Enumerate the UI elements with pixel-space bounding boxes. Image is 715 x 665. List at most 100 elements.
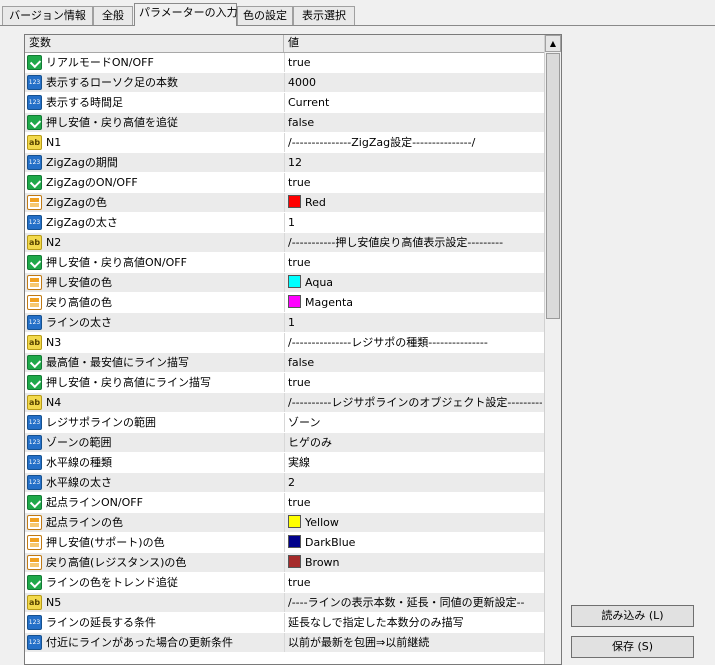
column-divider bbox=[284, 73, 285, 92]
param-value[interactable]: false bbox=[288, 113, 542, 133]
param-value[interactable]: Brown bbox=[288, 553, 542, 573]
column-header-value[interactable]: 値 bbox=[284, 35, 544, 52]
table-row[interactable]: ab N1 /---------------ZigZag設定------------… bbox=[25, 133, 544, 153]
color-swatch bbox=[288, 295, 301, 308]
table-row[interactable]: ab N5 /----ラインの表示本数・延長・同値の更新設定-- bbox=[25, 593, 544, 613]
table-row[interactable]: 123 ZigZagの太さ 1 bbox=[25, 213, 544, 233]
table-row[interactable]: 押し安値の色 Aqua bbox=[25, 273, 544, 293]
param-value[interactable]: /---------------レジサポの種類--------------- bbox=[288, 333, 542, 353]
column-divider bbox=[284, 433, 285, 452]
tab-version-info[interactable]: バージョン情報 bbox=[2, 6, 93, 25]
tab-parameter-input[interactable]: パラメーターの入力 bbox=[134, 3, 238, 26]
table-row[interactable]: ab N3 /---------------レジサポの種類-------------… bbox=[25, 333, 544, 353]
tab-color-settings[interactable]: 色の設定 bbox=[237, 6, 293, 25]
param-name: ゾーンの範囲 bbox=[46, 436, 112, 449]
number-param-icon: 123 bbox=[27, 215, 42, 230]
param-value[interactable]: 延長なしで指定した本数分のみ描写 bbox=[288, 613, 542, 633]
param-value[interactable]: 12 bbox=[288, 153, 542, 173]
param-value[interactable]: Magenta bbox=[288, 293, 542, 313]
scroll-up-arrow-icon[interactable]: ▲ bbox=[545, 35, 561, 52]
param-name: 押し安値・戻り高値にライン描写 bbox=[46, 376, 211, 389]
param-value[interactable]: Current bbox=[288, 93, 542, 113]
table-row[interactable]: 123 ラインの延長する条件 延長なしで指定した本数分のみ描写 bbox=[25, 613, 544, 633]
table-row[interactable]: 123 表示するローソク足の本数 4000 bbox=[25, 73, 544, 93]
param-value[interactable]: 4000 bbox=[288, 73, 542, 93]
column-header-variable[interactable]: 変数 bbox=[25, 35, 284, 52]
table-row[interactable]: 123 表示する時間足 Current bbox=[25, 93, 544, 113]
param-value[interactable]: true bbox=[288, 253, 542, 273]
table-row[interactable]: 123 水平線の太さ 2 bbox=[25, 473, 544, 493]
param-value[interactable]: 以前が最新を包囲⇒以前継続 bbox=[288, 633, 542, 653]
table-row[interactable]: 最高値・最安値にライン描写 false bbox=[25, 353, 544, 373]
table-row[interactable]: 123 付近にラインがあった場合の更新条件 以前が最新を包囲⇒以前継続 bbox=[25, 633, 544, 653]
boolean-param-icon bbox=[27, 375, 42, 390]
param-value[interactable]: true bbox=[288, 493, 542, 513]
string-param-icon: ab bbox=[27, 595, 42, 610]
param-value[interactable]: 1 bbox=[288, 213, 542, 233]
param-name: ラインの延長する条件 bbox=[46, 616, 156, 629]
boolean-param-icon bbox=[27, 355, 42, 370]
param-value[interactable]: 2 bbox=[288, 473, 542, 493]
param-value[interactable]: /----ラインの表示本数・延長・同値の更新設定-- bbox=[288, 593, 542, 613]
param-value[interactable]: true bbox=[288, 573, 542, 593]
column-divider bbox=[284, 153, 285, 172]
param-value[interactable]: DarkBlue bbox=[288, 533, 542, 553]
table-row[interactable]: 123 レジサポラインの範囲 ゾーン bbox=[25, 413, 544, 433]
table-row[interactable]: 押し安値・戻り高値ON/OFF true bbox=[25, 253, 544, 273]
column-divider bbox=[284, 613, 285, 632]
param-value[interactable]: ゾーン bbox=[288, 413, 542, 433]
param-value[interactable]: /---------------ZigZag設定---------------/ bbox=[288, 133, 542, 153]
table-row[interactable]: 押し安値・戻り高値を追従 false bbox=[25, 113, 544, 133]
save-button[interactable]: 保存 (S) bbox=[571, 636, 694, 658]
table-row[interactable]: 起点ラインの色 Yellow bbox=[25, 513, 544, 533]
param-name: N5 bbox=[46, 596, 62, 609]
param-name: 押し安値・戻り高値を追従 bbox=[46, 116, 178, 129]
table-row[interactable]: ZigZagのON/OFF true bbox=[25, 173, 544, 193]
param-name: ZigZagの色 bbox=[46, 196, 107, 209]
table-row[interactable]: ZigZagの色 Red bbox=[25, 193, 544, 213]
table-row[interactable]: リアルモードON/OFF true bbox=[25, 53, 544, 73]
param-value[interactable]: false bbox=[288, 353, 542, 373]
param-value[interactable]: Yellow bbox=[288, 513, 542, 533]
column-divider bbox=[284, 553, 285, 572]
column-divider bbox=[284, 193, 285, 212]
param-name: 戻り高値の色 bbox=[46, 296, 112, 309]
table-row[interactable]: 押し安値・戻り高値にライン描写 true bbox=[25, 373, 544, 393]
table-row[interactable]: 123 水平線の種類 実線 bbox=[25, 453, 544, 473]
table-row[interactable]: 123 ラインの太さ 1 bbox=[25, 313, 544, 333]
tab-display-select[interactable]: 表示選択 bbox=[293, 6, 355, 25]
table-row[interactable]: ラインの色をトレンド追従 true bbox=[25, 573, 544, 593]
column-divider bbox=[284, 333, 285, 352]
vertical-scrollbar[interactable]: ▲ bbox=[544, 35, 561, 664]
table-row[interactable]: 戻り高値(レジスタンス)の色 Brown bbox=[25, 553, 544, 573]
param-name: N2 bbox=[46, 236, 62, 249]
param-value[interactable]: /-----------押し安値戻り高値表示設定--------- bbox=[288, 233, 542, 253]
param-value[interactable]: true bbox=[288, 373, 542, 393]
color-param-icon bbox=[27, 535, 42, 550]
param-value[interactable]: 実線 bbox=[288, 453, 542, 473]
string-param-icon: ab bbox=[27, 235, 42, 250]
param-name: N1 bbox=[46, 136, 62, 149]
boolean-param-icon bbox=[27, 175, 42, 190]
column-divider bbox=[284, 93, 285, 112]
table-row[interactable]: ab N4 /----------レジサポラインのオブジェクト設定--------- bbox=[25, 393, 544, 413]
param-value[interactable]: /----------レジサポラインのオブジェクト設定--------- bbox=[288, 393, 542, 413]
param-name: ラインの色をトレンド追従 bbox=[46, 576, 178, 589]
param-value[interactable]: Red bbox=[288, 193, 542, 213]
param-value[interactable]: true bbox=[288, 173, 542, 193]
param-value[interactable]: true bbox=[288, 53, 542, 73]
param-value[interactable]: 1 bbox=[288, 313, 542, 333]
table-row[interactable]: 押し安値(サポート)の色 DarkBlue bbox=[25, 533, 544, 553]
table-row[interactable]: 123 ゾーンの範囲 ヒゲのみ bbox=[25, 433, 544, 453]
tab-general[interactable]: 全般 bbox=[93, 6, 133, 25]
param-value[interactable]: Aqua bbox=[288, 273, 542, 293]
table-row[interactable]: ab N2 /-----------押し安値戻り高値表示設定--------- bbox=[25, 233, 544, 253]
table-row[interactable]: 戻り高値の色 Magenta bbox=[25, 293, 544, 313]
boolean-param-icon bbox=[27, 575, 42, 590]
load-button[interactable]: 読み込み (L) bbox=[571, 605, 694, 627]
scrollbar-thumb[interactable] bbox=[546, 53, 560, 319]
param-name: ZigZagのON/OFF bbox=[46, 176, 138, 189]
param-value[interactable]: ヒゲのみ bbox=[288, 433, 542, 453]
table-row[interactable]: 123 ZigZagの期間 12 bbox=[25, 153, 544, 173]
table-row[interactable]: 起点ラインON/OFF true bbox=[25, 493, 544, 513]
